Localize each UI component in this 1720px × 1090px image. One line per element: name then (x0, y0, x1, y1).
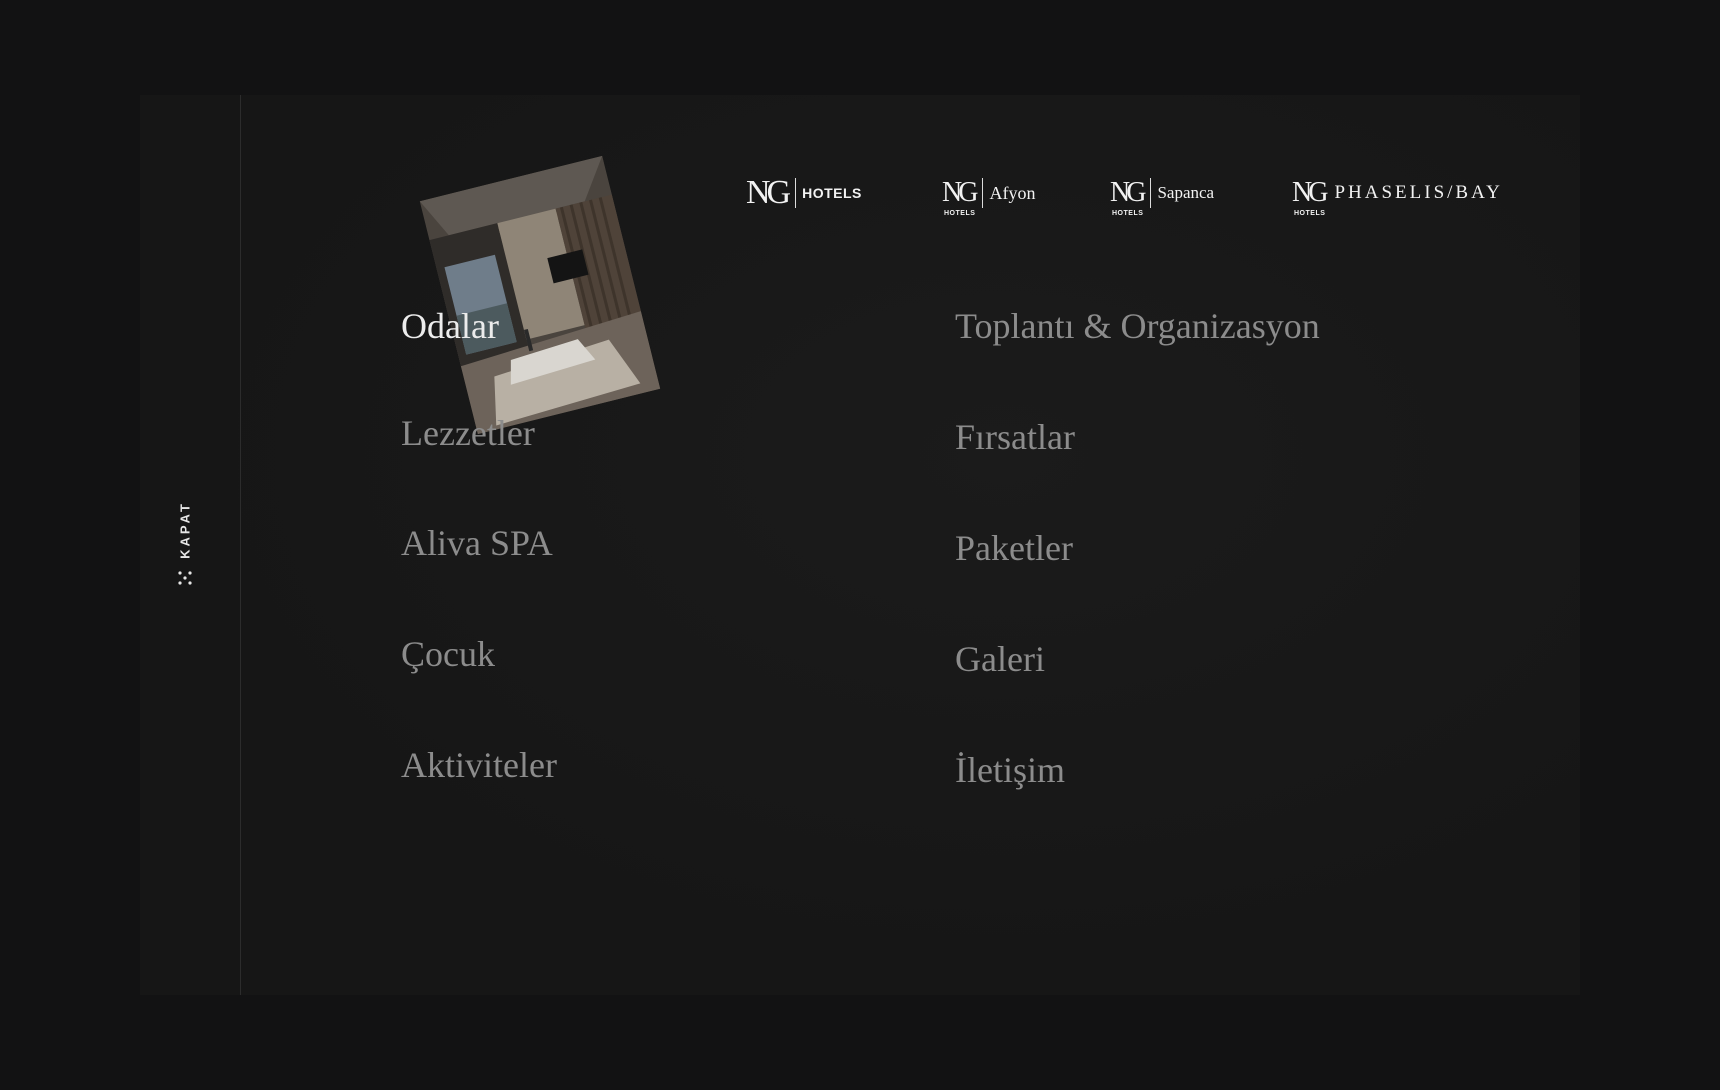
menu-item-iletisim[interactable]: İletişim (955, 752, 1065, 788)
menu-item-firsatlar[interactable]: Fırsatlar (955, 419, 1075, 455)
ng-logo-mark: NG HOTELS (1110, 177, 1147, 218)
brand-name: PHASELIS/BAY (1334, 182, 1503, 203)
brand-name: Sapanca (1157, 183, 1215, 202)
menu-item-galeri[interactable]: Galeri (955, 641, 1045, 677)
menu-item-toplanti-organizasyon[interactable]: Toplantı & Organizasyon (955, 308, 1320, 344)
brand-logo-afyon[interactable]: NG HOTELS Afyon (942, 173, 1036, 218)
ng-logo-sub: HOTELS (1294, 210, 1326, 217)
brand-name: Afyon (989, 182, 1036, 203)
hotel-brand-logos: NG HOTELS NG HOTELS Afyon NG HOTELS Sapanc… (140, 173, 1580, 218)
brand-name: HOTELS (802, 185, 862, 201)
ng-logo-mark: NG HOTELS (942, 177, 979, 218)
ng-logo-sub: HOTELS (1112, 210, 1144, 217)
close-menu-button[interactable]: KAPAT (168, 490, 202, 590)
logo-separator (1150, 178, 1152, 208)
ng-logo-mark: NG (746, 174, 791, 211)
menu-item-paketler[interactable]: Paketler (955, 530, 1073, 566)
brand-logo-sapanca[interactable]: NG HOTELS Sapanca (1110, 173, 1215, 218)
close-label: KAPAT (177, 501, 193, 559)
logo-separator (982, 178, 984, 208)
menu-item-lezzetler[interactable]: Lezzetler (401, 415, 535, 451)
menu-overlay-panel: KAPAT NG HOTELS NG HOTELS Afyon NG HOTELS … (140, 95, 1580, 995)
menu-item-cocuk[interactable]: Çocuk (401, 636, 495, 672)
menu-item-aktiviteler[interactable]: Aktiviteler (401, 747, 557, 783)
logo-separator (795, 178, 797, 208)
brand-logo-ng-hotels[interactable]: NG HOTELS (746, 173, 862, 213)
menu-item-aliva-spa[interactable]: Aliva SPA (401, 525, 553, 561)
brand-logo-phaselis-bay[interactable]: NG HOTELS PHASELIS/BAY (1292, 173, 1503, 218)
ng-logo-sub: HOTELS (944, 210, 976, 217)
ng-logo-mark: NG HOTELS (1292, 177, 1329, 218)
dots-close-icon (178, 571, 192, 585)
sidebar-divider (240, 95, 241, 995)
menu-item-odalar[interactable]: Odalar (401, 308, 499, 344)
